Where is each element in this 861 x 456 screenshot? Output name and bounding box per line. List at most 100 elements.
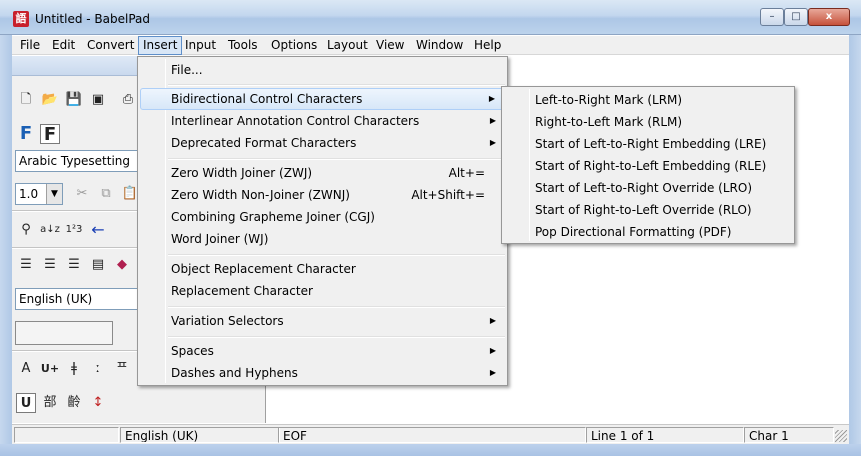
menu-item-label: Dashes and Hyphens [171,366,298,380]
cut-icon[interactable]: ✂ [72,184,92,204]
menu-layout[interactable]: Layout [323,36,372,55]
menu-item-rlo[interactable]: Start of Right-to-Left Override (RLO) [504,199,792,221]
menu-item-object-replacement[interactable]: Object Replacement Character [140,258,505,280]
find-icon[interactable]: ⚲ [16,220,36,240]
toolbar-row-tools: ⚲ a↓z 1²3 ← [16,218,108,242]
menu-item-label: Start of Left-to-Right Override (LRO) [535,181,752,195]
new-document-icon[interactable]: 🗋 [16,90,36,110]
menu-edit[interactable]: Edit [48,36,79,55]
toolbar-row-script: A U+ ǂ ː ᄑ [16,357,132,381]
menu-convert[interactable]: Convert [83,36,138,55]
unicode-plus-icon[interactable]: U+ [40,359,60,379]
open-folder-icon[interactable]: 📂 [40,90,60,110]
font-selector[interactable]: Arabic Typesetting [15,150,139,172]
minimize-button[interactable]: – [760,8,784,26]
window-frame-left [0,35,12,456]
resize-grip-icon[interactable] [835,430,847,442]
chevron-down-icon[interactable]: ▼ [46,184,62,204]
menu-tools[interactable]: Tools [224,36,262,55]
menu-item-rle[interactable]: Start of Right-to-Left Embedding (RLE) [504,155,792,177]
submenu-arrow-icon: ▶ [489,316,496,325]
menu-separator [168,306,505,308]
menu-item-dashes-hyphens[interactable]: Dashes and Hyphens ▶ [140,362,505,384]
save-all-icon[interactable]: ▣ [88,90,108,110]
status-char: Char 1 [744,427,834,443]
menu-item-label: Start of Left-to-Right Embedding (LRE) [535,137,767,151]
menu-item-deprecated-format[interactable]: Deprecated Format Characters ▶ [140,132,505,154]
menu-item-lro[interactable]: Start of Left-to-Right Override (LRO) [504,177,792,199]
menu-insert[interactable]: Insert [138,36,183,55]
menu-item-cgj[interactable]: Combining Grapheme Joiner (CGJ) [140,206,505,228]
menu-item-label: Start of Right-to-Left Embedding (RLE) [535,159,767,173]
menu-item-pdf[interactable]: Pop Directional Formatting (PDF) [504,221,792,243]
menu-item-bidi-controls[interactable]: Bidirectional Control Characters ▶ [140,88,505,110]
sort-icon[interactable]: a↓z [40,220,60,240]
menu-input[interactable]: Input [181,36,220,55]
bidi-submenu: Left-to-Right Mark (LRM) Right-to-Left M… [501,86,795,244]
menu-item-shortcut: Alt+= [448,166,485,180]
menu-file[interactable]: File [16,36,44,55]
babelpad-app-icon[interactable]: 語 [13,11,29,27]
cjk-glyph-icon[interactable]: 齡 [64,393,84,413]
maximize-button[interactable]: □ [784,8,808,26]
radical-icon[interactable]: 部 [40,393,60,413]
menu-help[interactable]: Help [470,36,505,55]
underline-u-icon[interactable]: U [16,393,36,413]
language-selector[interactable]: English (UK) [15,288,139,310]
justify-icon[interactable]: ☰ [64,255,84,275]
menu-item-lrm[interactable]: Left-to-Right Mark (LRM) [504,89,792,111]
special-glyph-icon[interactable]: ↕ [88,393,108,413]
zoom-select[interactable]: 1.0 ▼ [15,183,63,205]
font-normal-icon[interactable]: F [16,124,36,144]
menu-item-label: Right-to-Left Mark (RLM) [535,115,683,129]
insert-menu: File... Bidirectional Control Characters… [137,56,508,386]
print-icon[interactable]: ⎙ [118,90,138,110]
menu-item-zwj[interactable]: Zero Width Joiner (ZWJ) Alt+= [140,162,505,184]
menu-item-label: File... [171,63,203,77]
menu-options[interactable]: Options [267,36,321,55]
script-glyph-2-icon[interactable]: ː [88,359,108,379]
menu-item-label: Interlinear Annotation Control Character… [171,114,420,128]
font-bold-icon[interactable]: F [40,124,60,145]
menu-item-label: Replacement Character [171,284,313,298]
menu-item-label: Combining Grapheme Joiner (CGJ) [171,210,375,224]
menu-separator [168,336,505,338]
menu-item-interlinear-annotation[interactable]: Interlinear Annotation Control Character… [140,110,505,132]
script-glyph-1-icon[interactable]: ǂ [64,359,84,379]
menu-view[interactable]: View [372,36,408,55]
menu-separator [168,84,505,86]
character-a-icon[interactable]: A [16,359,36,379]
number-icon[interactable]: 1²3 [64,220,84,240]
toolbar-row-file: 🗋 📂 💾 ▣ ⎙ [16,88,138,112]
book-icon[interactable]: ◆ [112,255,132,275]
toolbar-row-cjk: U 部 齡 ↕ [16,391,108,415]
menu-item-spaces[interactable]: Spaces ▶ [140,340,505,362]
align-left-icon[interactable]: ☰ [16,255,36,275]
status-bar: English (UK) EOF Line 1 of 1 Char 1 [12,424,849,444]
menu-bar: File Edit Convert Insert Input Tools Opt… [12,36,849,55]
close-button[interactable]: x [808,8,850,26]
menu-item-file[interactable]: File... [140,59,505,81]
menu-item-rlm[interactable]: Right-to-Left Mark (RLM) [504,111,792,133]
submenu-arrow-icon: ▶ [489,116,496,125]
menu-item-word-joiner[interactable]: Word Joiner (WJ) [140,228,505,250]
menu-window[interactable]: Window [412,36,467,55]
menu-item-zwnj[interactable]: Zero Width Non-Joiner (ZWNJ) Alt+Shift+= [140,184,505,206]
menu-item-label: Object Replacement Character [171,262,356,276]
properties-icon[interactable]: ▤ [88,255,108,275]
menu-item-variation-selectors[interactable]: Variation Selectors ▶ [140,310,505,332]
menu-item-replacement-character[interactable]: Replacement Character [140,280,505,302]
script-glyph-3-icon[interactable]: ᄑ [112,359,132,379]
menu-item-label: Spaces [171,344,214,358]
menu-item-label: Zero Width Non-Joiner (ZWNJ) [171,188,350,202]
character-input-box[interactable] [15,321,113,345]
menu-item-lre[interactable]: Start of Left-to-Right Embedding (LRE) [504,133,792,155]
zoom-value: 1.0 [19,187,39,201]
title-bar: 語 Untitled - BabelPad – □ x [0,0,861,35]
arrow-left-icon[interactable]: ← [88,220,108,240]
save-icon[interactable]: 💾 [64,90,84,110]
menu-item-label: Left-to-Right Mark (LRM) [535,93,683,107]
menu-separator [168,158,505,160]
align-right-icon[interactable]: ☰ [40,255,60,275]
copy-icon[interactable]: ⧉ [96,184,116,204]
